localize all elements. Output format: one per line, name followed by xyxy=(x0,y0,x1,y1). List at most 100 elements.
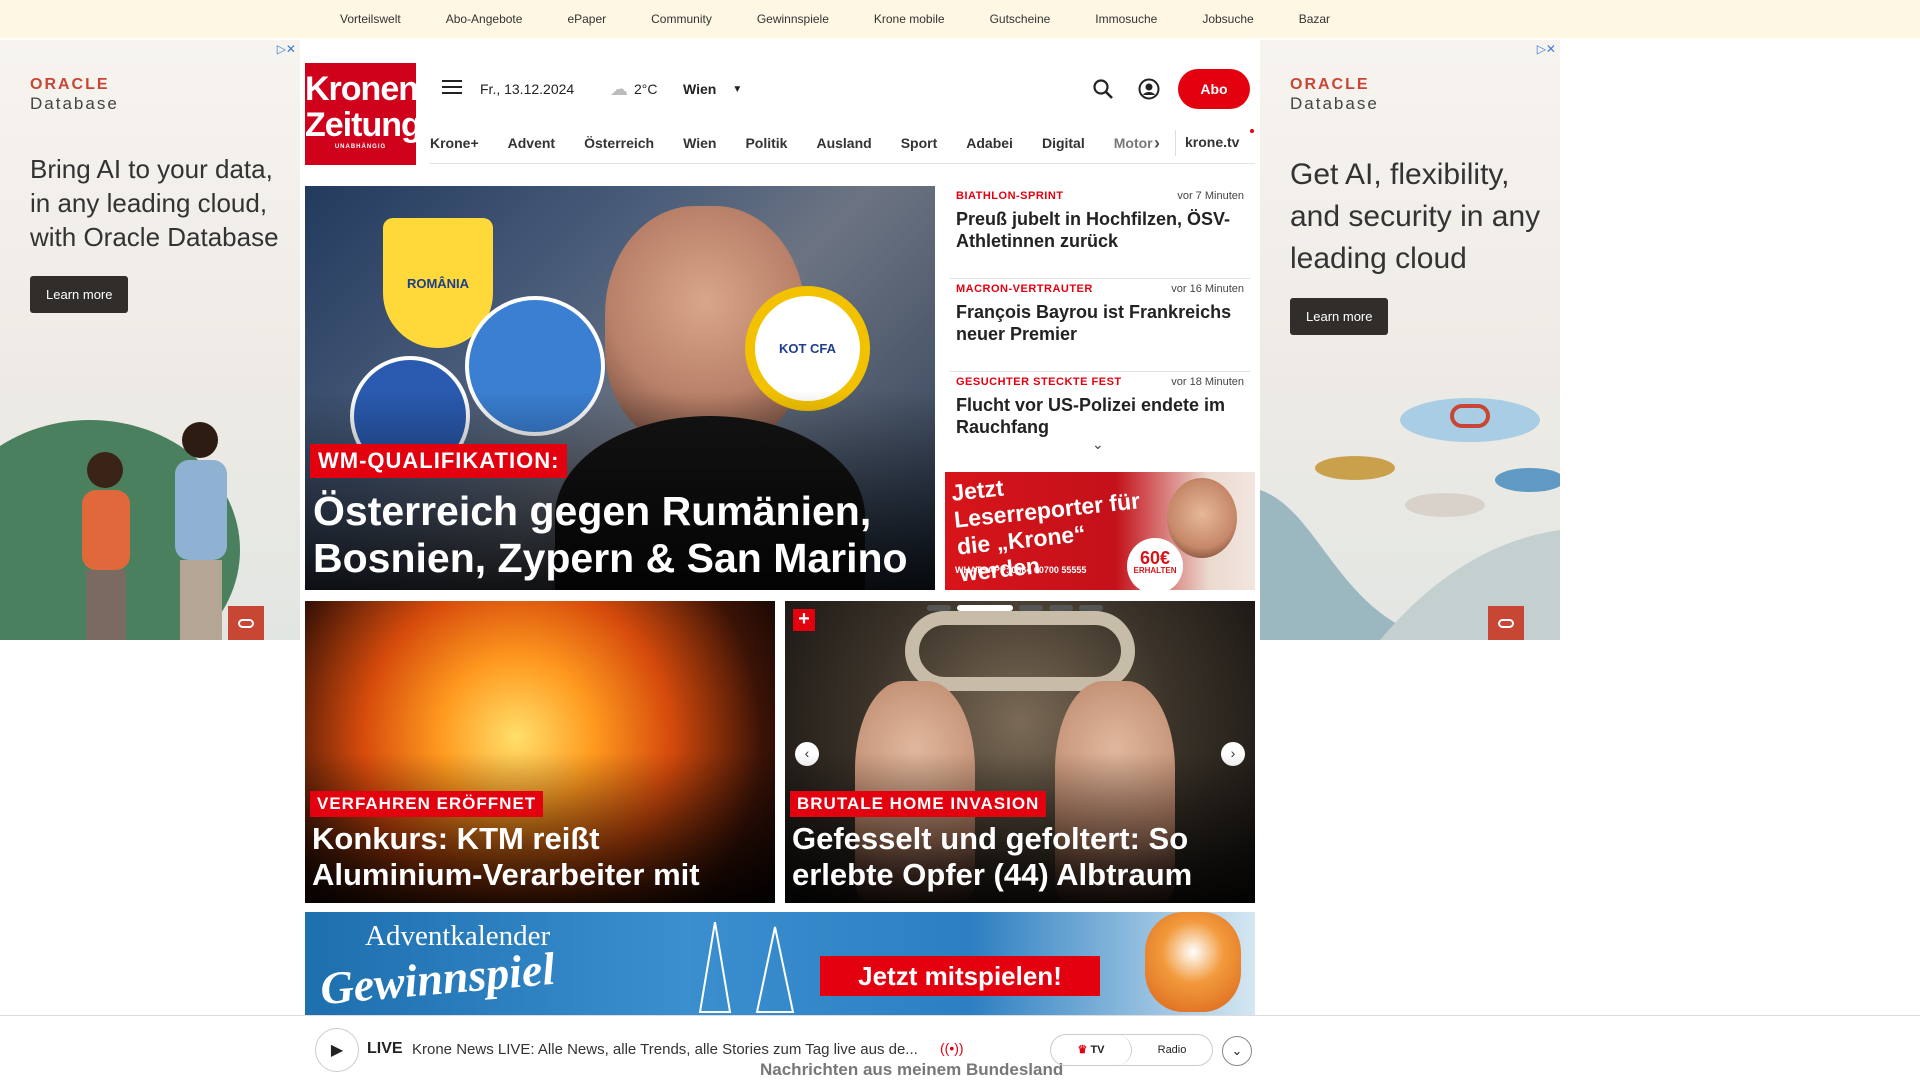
caret-down-icon: ▼ xyxy=(732,83,743,95)
hamburger-menu-icon[interactable] xyxy=(442,80,462,96)
tree-icon xyxy=(698,922,795,1013)
ad-brand-sub: Database xyxy=(30,94,119,113)
broadcast-icon: ((•)) xyxy=(940,1040,964,1056)
nav-item-motor[interactable]: Motor xyxy=(1114,135,1153,151)
article-card[interactable]: + ‹ › BRUTALE HOME INVASION Gefesselt un… xyxy=(785,601,1255,903)
expand-news-chevron-icon[interactable]: ⌄ xyxy=(1092,436,1104,453)
top-link-krone-mobile[interactable]: Krone mobile xyxy=(874,12,945,26)
ad-right[interactable]: ▷✕ ORACLE Database Get AI, flexibility, … xyxy=(1260,40,1560,640)
ad-brand-sub: Database xyxy=(1290,94,1379,113)
advent-line2: Gewinnspiel xyxy=(318,942,557,1015)
carousel-dot[interactable] xyxy=(1079,605,1103,611)
rope-photo xyxy=(905,611,1135,691)
news-time: vor 7 Minuten xyxy=(1177,190,1244,202)
ad-headline: Bring AI to your data, in any leading cl… xyxy=(30,154,279,252)
ad-close-icon[interactable]: ▷✕ xyxy=(277,42,296,56)
nav-item-krone-plus[interactable]: Krone+ xyxy=(430,135,479,151)
kronen-zeitung-logo[interactable]: Kronen Zeitung UNABHÄNGIG xyxy=(305,63,422,165)
news-time: vor 16 Minuten xyxy=(1171,283,1244,295)
nav-scroll-right-icon[interactable]: › xyxy=(1154,133,1160,154)
toggle-tv[interactable]: ♛ TV xyxy=(1051,1035,1132,1065)
top-link-bazar[interactable]: Bazar xyxy=(1299,12,1330,26)
nav-item-oesterreich[interactable]: Österreich xyxy=(584,135,654,151)
nav-divider xyxy=(1175,130,1176,156)
news-item[interactable]: MACRON-VERTRAUTER vor 16 Minuten Françoi… xyxy=(950,279,1250,372)
toggle-tv-label: TV xyxy=(1090,1044,1105,1056)
user-account-icon[interactable] xyxy=(1138,78,1160,100)
live-dot-icon xyxy=(1250,129,1254,133)
ad-cloud-landscape xyxy=(1260,398,1560,640)
search-icon[interactable] xyxy=(1092,78,1114,100)
ad-learn-more-button[interactable]: Learn more xyxy=(30,276,129,313)
news-time: vor 18 Minuten xyxy=(1171,376,1244,388)
promo-person-photo xyxy=(1167,478,1237,558)
logo-text-line1: Kronen xyxy=(305,70,419,108)
nav-item-ausland[interactable]: Ausland xyxy=(816,135,871,151)
carousel-dot-active[interactable] xyxy=(957,605,1013,611)
promo-whatsapp: WHATSAPP: 0664 60700 55555 xyxy=(955,565,1087,575)
live-ticker-text[interactable]: Krone News LIVE: Alle News, alle Trends,… xyxy=(412,1041,918,1058)
top-link-vorteilswelt[interactable]: Vorteilswelt xyxy=(340,12,401,26)
nav-item-politik[interactable]: Politik xyxy=(745,135,787,151)
nav-item-sport[interactable]: Sport xyxy=(901,135,938,151)
cyprus-crest-label: KOT CFA xyxy=(778,341,837,356)
card-kicker: VERFAHREN ERÖFFNET xyxy=(310,791,544,817)
top-link-gewinnspiele[interactable]: Gewinnspiele xyxy=(757,12,829,26)
nav-item-digital[interactable]: Digital xyxy=(1042,135,1085,151)
ad-left[interactable]: ▷✕ ORACLE Database Bring AI to your data… xyxy=(0,40,300,640)
tv-radio-toggle: ♛ TV Radio xyxy=(1050,1034,1213,1066)
advent-play-button[interactable]: Jetzt mitspielen! xyxy=(820,956,1100,996)
weather-widget: ☁ 2°C xyxy=(610,68,658,110)
hero-article[interactable]: ROMÂNIA KOT CFA WM-QUALIFIKATION: Österr… xyxy=(305,186,935,590)
live-player-bar: Nachrichten aus meinem Bundesland ▶ LIVE… xyxy=(0,1015,1920,1080)
promo-amount-badge: 60€ ERHALTEN xyxy=(1127,538,1183,590)
top-utility-bar: Vorteilswelt Abo-Angebote ePaper Communi… xyxy=(0,0,1920,38)
nav-item-krone-tv[interactable]: krone.tv xyxy=(1185,134,1239,150)
temperature: 2°C xyxy=(634,81,658,97)
toggle-radio[interactable]: Radio xyxy=(1132,1044,1212,1056)
carousel-dot[interactable] xyxy=(927,605,951,611)
top-link-immosuche[interactable]: Immosuche xyxy=(1095,12,1157,26)
top-link-epaper[interactable]: ePaper xyxy=(567,12,606,26)
latest-news-list: BIATHLON-SPRINT vor 7 Minuten Preuß jube… xyxy=(950,186,1250,452)
news-title[interactable]: Flucht vor US-Polizei endete im Rauchfan… xyxy=(956,394,1236,438)
top-link-gutscheine[interactable]: Gutscheine xyxy=(990,12,1051,26)
card-kicker: BRUTALE HOME INVASION xyxy=(790,791,1047,817)
ad-close-icon[interactable]: ▷✕ xyxy=(1537,42,1556,56)
krone-plus-icon: + xyxy=(793,609,815,631)
oracle-logo-icon xyxy=(1488,606,1524,640)
oracle-logo-icon xyxy=(228,606,264,640)
top-link-community[interactable]: Community xyxy=(651,12,712,26)
nav-item-advent[interactable]: Advent xyxy=(508,135,555,151)
city-label: Wien xyxy=(683,81,717,97)
advent-calendar-banner[interactable]: Adventkalender Gewinnspiel Jetzt mitspie… xyxy=(305,912,1255,1017)
promo-amount-label: ERHALTEN xyxy=(1133,566,1177,575)
card-title[interactable]: Gefesselt und gefoltert: So erlebte Opfe… xyxy=(792,821,1252,893)
header-date: Fr., 13.12.2024 xyxy=(480,81,575,97)
ad-learn-more-button[interactable]: Learn more xyxy=(1290,298,1389,335)
top-link-abo-angebote[interactable]: Abo-Angebote xyxy=(446,12,523,26)
hero-title[interactable]: Österreich gegen Rumänien, Bosnien, Zype… xyxy=(313,488,923,582)
logo-tagline: UNABHÄNGIG xyxy=(334,144,387,150)
news-title[interactable]: Preuß jubelt in Hochfilzen, ÖSV-Athletin… xyxy=(956,208,1236,252)
player-expand-chevron-icon[interactable]: ⌄ xyxy=(1222,1036,1252,1066)
romania-crest-label: ROMÂNIA xyxy=(406,275,470,291)
nav-item-wien[interactable]: Wien xyxy=(683,135,716,151)
city-selector[interactable]: Wien ▼ xyxy=(683,68,742,110)
carousel-dot[interactable] xyxy=(1049,605,1073,611)
subscribe-button[interactable]: Abo xyxy=(1178,69,1250,109)
news-title[interactable]: François Bayrou ist Frankreichs neuer Pr… xyxy=(956,301,1236,345)
live-label: LIVE xyxy=(367,1040,403,1057)
ad-brand: ORACLE xyxy=(1290,76,1370,93)
ad-headline: Get AI, flexibility, and security in any… xyxy=(1290,158,1541,275)
nav-item-adabei[interactable]: Adabei xyxy=(966,135,1013,151)
news-item[interactable]: BIATHLON-SPRINT vor 7 Minuten Preuß jube… xyxy=(950,186,1250,279)
main-navigation: Krone+ Advent Österreich Wien Politik Au… xyxy=(430,122,1255,164)
play-icon[interactable]: ▶ xyxy=(315,1028,359,1072)
ad-brand: ORACLE xyxy=(30,76,110,93)
article-card[interactable]: VERFAHREN ERÖFFNET Konkurs: KTM reißt Al… xyxy=(305,601,775,903)
top-link-jobsuche[interactable]: Jobsuche xyxy=(1202,12,1253,26)
leserreporter-promo-banner[interactable]: Jetzt Leserreporter für die „Krone“ werd… xyxy=(945,472,1255,590)
carousel-dot[interactable] xyxy=(1019,605,1043,611)
card-title[interactable]: Konkurs: KTM reißt Aluminium-Verarbeiter… xyxy=(312,821,772,893)
